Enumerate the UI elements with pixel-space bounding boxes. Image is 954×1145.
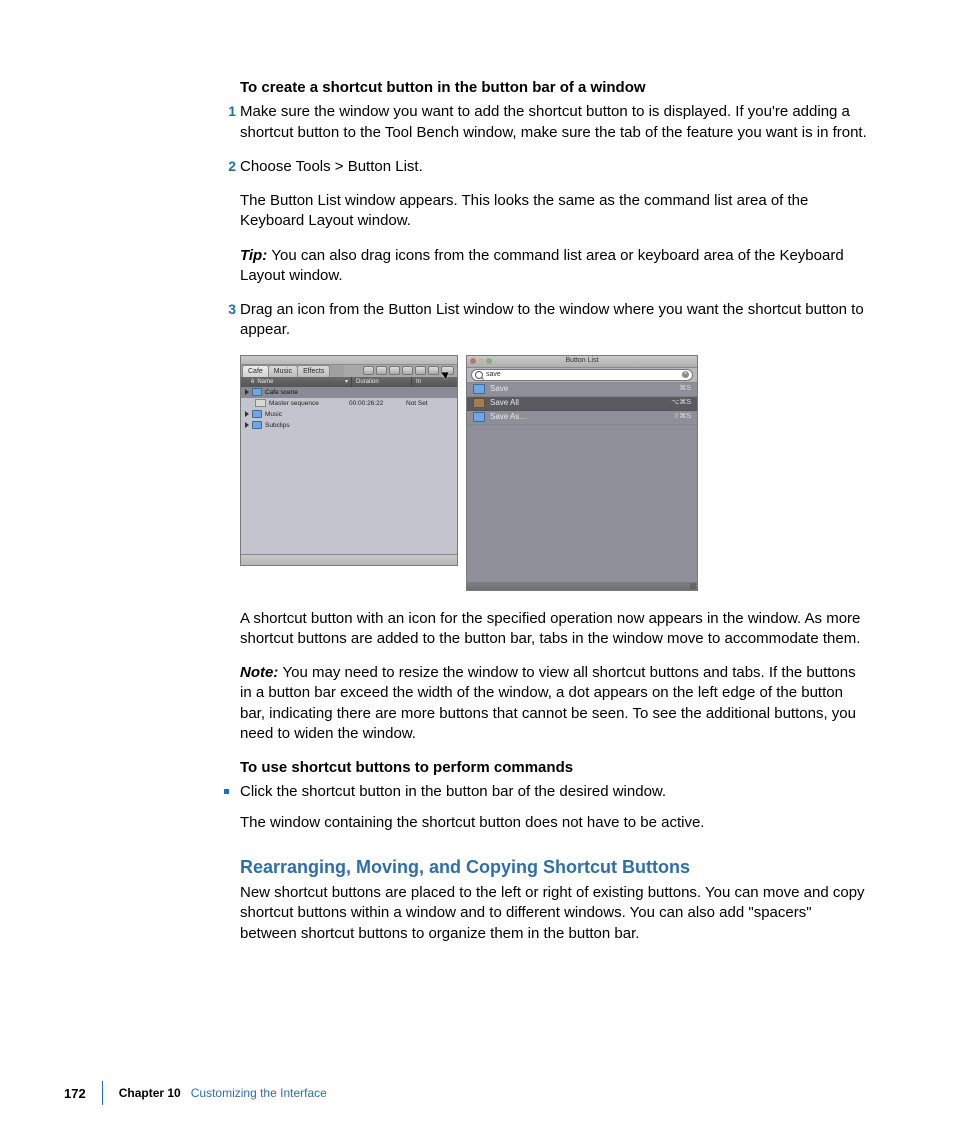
browser-row[interactable]: Cafe scene [241,387,457,398]
browser-row[interactable]: Master sequence 00:00:26:22 Not Set [241,398,457,409]
button-list-window: Button List save × Save ⌘S [466,355,698,591]
disclosure-icon[interactable] [245,389,249,395]
result-paragraph: A shortcut button with an icon for the s… [240,609,870,650]
tip-text: You can also drag icons from the command… [240,247,844,284]
step-number: 3 [222,300,236,319]
browser-body: Cafe scene Master sequence 00:00:26:22 N… [241,387,457,554]
browser-tab[interactable]: Cafe [242,365,269,377]
item-label: Save All [490,398,519,409]
use-followup: The window containing the shortcut butto… [240,813,870,833]
bullet-item: Click the shortcut button in the button … [240,782,870,802]
bin-icon [252,410,262,418]
chapter-label: Chapter 10 [119,1086,181,1100]
browser-tabstrip: Cafe Music Effects [241,365,457,377]
col-name[interactable]: èName▾ [241,377,352,387]
search-icon [475,371,483,379]
step-2-text: Choose Tools > Button List. [240,158,423,175]
heading-use-shortcut: To use shortcut buttons to perform comma… [240,758,870,778]
search-text: save [486,370,501,379]
window-title: Button List [467,356,697,365]
page-footer: 172 Chapter 10 Customizing the Interface [64,1079,884,1107]
step-1: 1 Make sure the window you want to add t… [240,102,870,143]
heading-create-shortcut: To create a shortcut button in the butto… [240,78,870,98]
step-3-text: Drag an icon from the Button List window… [240,301,864,338]
item-shortcut: ⇧⌘S [673,412,691,421]
shortcut-button[interactable] [415,366,426,375]
browser-row[interactable]: Subclips [241,420,457,431]
col-duration[interactable]: Duration [352,377,412,387]
shortcut-button-dragged[interactable] [441,366,454,375]
list-item[interactable]: Save As… ⇧⌘S [467,411,697,425]
step-2: 2 Choose Tools > Button List. [240,157,870,177]
search-bar: save × [467,368,697,383]
tip-label: Tip: [240,247,271,264]
item-label: Save [490,384,508,395]
browser-titlebar [241,356,457,365]
col-in[interactable]: In [412,377,457,387]
note-paragraph: Note: You may need to resize the window … [240,663,870,744]
bin-icon [252,421,262,429]
note-label: Note: [240,664,283,681]
browser-statusbar [241,554,457,565]
list-item[interactable]: Save All ⌥⌘S [467,397,697,411]
step-number: 1 [222,102,236,121]
browser-column-header: èName▾ Duration In [241,377,457,387]
step-number: 2 [222,157,236,176]
step-1-text: Make sure the window you want to add the… [240,103,867,140]
browser-tab[interactable]: Music [268,365,298,377]
disclosure-icon[interactable] [245,422,249,428]
save-all-icon [473,398,485,408]
disclosure-icon[interactable] [245,411,249,417]
clear-icon[interactable]: × [682,371,689,378]
sequence-icon [255,399,266,407]
item-label: Save As… [490,412,527,423]
item-shortcut: ⌘S [679,384,691,393]
browser-row[interactable]: Music [241,409,457,420]
browser-window: Cafe Music Effects [240,355,458,566]
embedded-screenshot: Cafe Music Effects [240,355,870,591]
shortcut-button[interactable] [376,366,387,375]
page-number: 172 [64,1086,86,1101]
note-text: You may need to resize the window to vie… [240,664,856,742]
bullet-text: Click the shortcut button in the button … [240,783,666,800]
resize-handle[interactable] [467,582,697,590]
shortcut-button[interactable] [402,366,413,375]
document-page: To create a shortcut button in the butto… [0,0,954,1145]
footer-divider [102,1081,103,1105]
button-list-body: Save ⌘S Save All ⌥⌘S Save As… ⇧⌘S [467,383,697,582]
window-titlebar[interactable]: Button List [467,356,697,368]
save-icon [473,384,485,394]
search-input[interactable]: save × [471,369,693,381]
rearrange-body: New shortcut buttons are placed to the l… [240,883,870,944]
body-column: To create a shortcut button in the butto… [240,78,870,944]
step-3: 3 Drag an icon from the Button List wind… [240,300,870,341]
list-item[interactable]: Save ⌘S [467,383,697,397]
heading-rearranging: Rearranging, Moving, and Copying Shortcu… [240,855,870,879]
shortcut-button-bar [344,365,457,377]
item-shortcut: ⌥⌘S [671,398,691,407]
tip-paragraph: Tip: You can also drag icons from the co… [240,246,870,287]
step-2-followup: The Button List window appears. This loo… [240,191,870,232]
shortcut-button[interactable] [363,366,374,375]
browser-tab[interactable]: Effects [297,365,330,377]
chapter-title: Customizing the Interface [191,1086,327,1100]
shortcut-button[interactable] [428,366,439,375]
save-as-icon [473,412,485,422]
bin-icon [252,388,262,396]
shortcut-button[interactable] [389,366,400,375]
